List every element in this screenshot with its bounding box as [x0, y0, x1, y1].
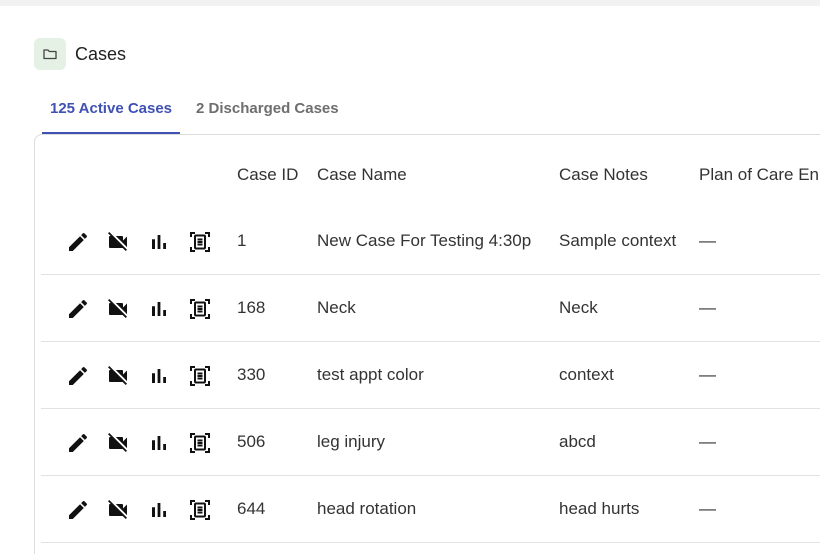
case-notes-cell: context	[559, 365, 614, 384]
document-scan-icon[interactable]	[188, 431, 212, 455]
column-header-plan-of-care[interactable]: Plan of Care En	[699, 165, 819, 185]
page-header: Cases	[34, 38, 126, 70]
case-id-cell: 1	[237, 231, 247, 250]
folder-icon	[34, 38, 66, 70]
video-off-icon[interactable]	[106, 498, 130, 522]
table-row: 330 test appt color context —	[41, 342, 820, 409]
edit-icon[interactable]	[66, 431, 90, 455]
document-scan-icon[interactable]	[188, 297, 212, 321]
plan-of-care-cell: —	[699, 432, 716, 451]
table-row: 506 leg injury abcd —	[41, 409, 820, 476]
plan-of-care-cell: —	[699, 231, 716, 250]
column-header-case-id[interactable]: Case ID	[237, 165, 298, 185]
document-scan-icon[interactable]	[188, 498, 212, 522]
plan-of-care-cell: —	[699, 365, 716, 384]
case-notes-cell: Sample context	[559, 231, 677, 250]
edit-icon[interactable]	[66, 364, 90, 388]
document-scan-icon[interactable]	[188, 364, 212, 388]
table-header: Case ID Case Name Case Notes Plan of Car…	[35, 135, 820, 213]
case-id-cell: 330	[237, 365, 266, 384]
video-off-icon[interactable]	[106, 230, 130, 254]
tab-discharged-cases[interactable]: 2 Discharged Cases	[188, 96, 347, 130]
video-off-icon[interactable]	[106, 297, 130, 321]
case-tabs: 125 Active Cases 2 Discharged Cases	[42, 96, 347, 134]
case-notes-cell: head hurts	[559, 499, 640, 518]
column-header-case-name[interactable]: Case Name	[317, 165, 407, 185]
cases-table: Case ID Case Name Case Notes Plan of Car…	[34, 134, 820, 554]
edit-icon[interactable]	[66, 230, 90, 254]
document-scan-icon[interactable]	[188, 230, 212, 254]
table-row: 1 New Case For Testing 4:30p Sample cont…	[41, 208, 820, 275]
table-row: 168 Neck Neck —	[41, 275, 820, 342]
case-name-cell[interactable]: test appt color	[317, 365, 424, 385]
column-header-case-notes[interactable]: Case Notes	[559, 165, 648, 185]
edit-icon[interactable]	[66, 498, 90, 522]
chart-icon[interactable]	[147, 297, 171, 321]
chart-icon[interactable]	[147, 230, 171, 254]
chart-icon[interactable]	[147, 364, 171, 388]
chart-icon[interactable]	[147, 498, 171, 522]
plan-of-care-cell: —	[699, 298, 716, 317]
video-off-icon[interactable]	[106, 364, 130, 388]
chart-icon[interactable]	[147, 431, 171, 455]
case-id-cell: 644	[237, 499, 266, 518]
case-id-cell: 168	[237, 298, 266, 317]
plan-of-care-cell: —	[699, 499, 716, 518]
tab-active-cases[interactable]: 125 Active Cases	[42, 96, 181, 134]
top-bar	[0, 0, 820, 6]
case-notes-cell: Neck	[559, 298, 598, 317]
edit-icon[interactable]	[66, 297, 90, 321]
case-notes-cell: abcd	[559, 432, 596, 451]
table-row: 644 head rotation head hurts —	[41, 476, 820, 543]
page-title: Cases	[75, 43, 127, 64]
case-name-cell[interactable]: leg injury	[317, 432, 385, 452]
case-name-cell[interactable]: Neck	[317, 298, 356, 318]
case-id-cell: 506	[237, 432, 266, 451]
case-name-cell[interactable]: New Case For Testing 4:30p	[317, 231, 531, 251]
case-name-cell[interactable]: head rotation	[317, 499, 416, 519]
video-off-icon[interactable]	[106, 431, 130, 455]
